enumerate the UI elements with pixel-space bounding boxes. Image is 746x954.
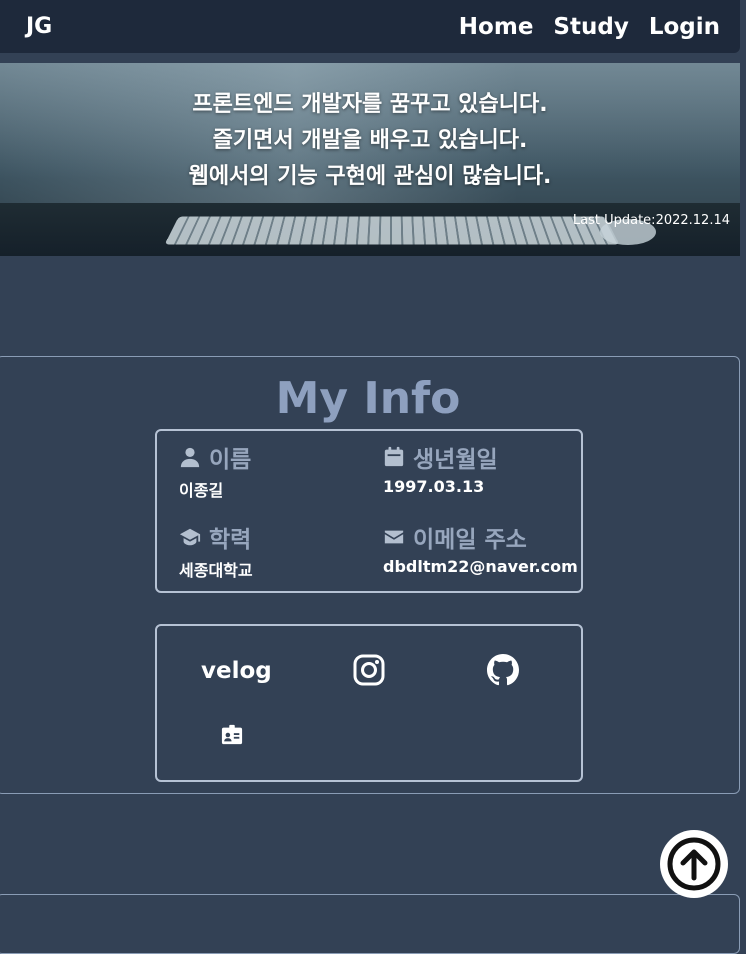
info-label: 학력: [209, 527, 252, 553]
info-item-email: 이메일 주소 dbdltm22@naver.com: [383, 523, 578, 576]
graduation-cap-icon: [179, 528, 201, 546]
calendar-icon: [384, 446, 404, 467]
github-icon[interactable]: [487, 654, 519, 686]
envelope-icon: [384, 530, 404, 544]
scroll-to-top-button[interactable]: [660, 830, 728, 898]
info-value: 세종대학교: [179, 561, 253, 580]
hero-banner: 프론트엔드 개발자를 꿈꾸고 있습니다. 즐기면서 개발을 배우고 있습니다. …: [0, 63, 740, 256]
next-section: [0, 894, 740, 954]
velog-link[interactable]: velog: [201, 658, 272, 684]
nav-login-link[interactable]: Login: [649, 14, 720, 40]
info-box: 이름 이종길 생년월일 1997.03.13 학력 세종대학교 이메일 주소 d…: [155, 429, 583, 593]
nav-links: Home Study Login: [459, 14, 720, 40]
last-update: Last Update:2022.12.14: [572, 213, 730, 228]
info-item-name: 이름 이종길: [179, 443, 251, 501]
resume-card-icon[interactable]: [221, 724, 243, 746]
info-value: 1997.03.13: [383, 477, 485, 496]
my-info-section: My Info 이름 이종길 생년월일 1997.03.13 학력 세종대학교 …: [0, 356, 740, 794]
hero-text: 프론트엔드 개발자를 꿈꾸고 있습니다. 즐기면서 개발을 배우고 있습니다. …: [0, 87, 740, 195]
instagram-icon[interactable]: [353, 654, 385, 686]
info-value: 이종길: [179, 481, 224, 500]
keyboard-image: [164, 216, 620, 245]
info-label: 생년월일: [413, 447, 498, 473]
arrow-up-icon: [667, 837, 721, 891]
hero-line-2: 즐기면서 개발을 배우고 있습니다.: [212, 128, 528, 153]
hero-line-3: 웹에서의 기능 구현에 관심이 많습니다.: [188, 164, 552, 189]
info-item-birthdate: 생년월일 1997.03.13: [383, 443, 498, 496]
links-box: velog: [155, 624, 583, 782]
hero-line-1: 프론트엔드 개발자를 꿈꾸고 있습니다.: [192, 92, 548, 117]
person-icon: [180, 447, 200, 468]
info-value: dbdltm22@naver.com: [383, 557, 578, 576]
logo[interactable]: JG: [26, 14, 52, 39]
nav-home-link[interactable]: Home: [459, 14, 534, 40]
nav-study-link[interactable]: Study: [553, 14, 628, 40]
info-item-education: 학력 세종대학교: [179, 523, 253, 581]
info-label: 이름: [209, 447, 252, 473]
info-label: 이메일 주소: [413, 527, 527, 553]
section-title: My Info: [275, 373, 461, 424]
navbar: JG Home Study Login: [0, 0, 740, 53]
